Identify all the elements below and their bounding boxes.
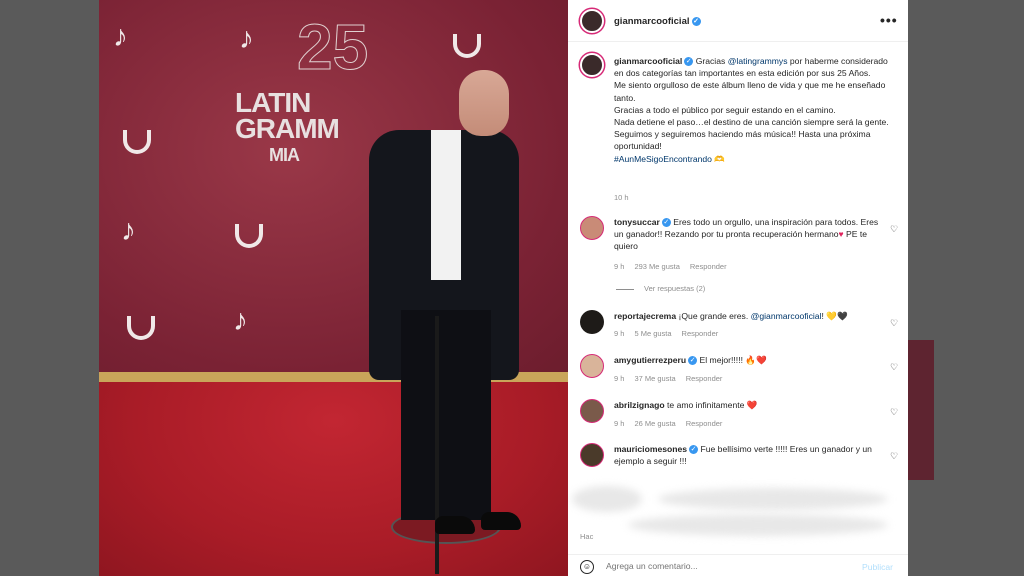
caption-avatar[interactable] bbox=[580, 53, 604, 77]
gramophone-icon: ♪ bbox=[113, 20, 128, 53]
post-time: 10 h bbox=[614, 193, 629, 202]
latin-grammy-logo: LATIN GRAMM MIA bbox=[235, 89, 340, 168]
caption-text: Gracias bbox=[695, 56, 728, 66]
shirt bbox=[431, 130, 461, 280]
logo-line2: GRAMM bbox=[235, 113, 340, 144]
like-heart-icon[interactable]: ♡ bbox=[890, 318, 898, 329]
view-replies-label[interactable]: Ver respuestas (2) bbox=[644, 284, 705, 293]
avatar[interactable] bbox=[580, 443, 604, 467]
reply-button[interactable]: Responder bbox=[690, 262, 727, 271]
comment-likes[interactable]: 293 Me gusta bbox=[634, 262, 679, 271]
header-username-text[interactable]: gianmarcooficial bbox=[614, 16, 690, 27]
verified-icon: ✓ bbox=[689, 445, 699, 455]
avatar[interactable] bbox=[580, 216, 604, 240]
caption-text: Gracias a todo el público por seguir est… bbox=[614, 104, 836, 115]
post-caption: gianmarcooficial ✓ Gracias @latingrammys … bbox=[614, 56, 889, 164]
reply-button[interactable]: Responder bbox=[686, 419, 723, 428]
comment-body: reportajecrema ¡Que grande eres. @gianma… bbox=[614, 310, 882, 322]
caption-username[interactable]: gianmarcooficial bbox=[614, 56, 682, 66]
comment-time: 9 h bbox=[614, 374, 625, 383]
mention-link[interactable]: @gianmarcooficial bbox=[751, 311, 822, 321]
comment-body: tonysuccar ✓ Eres todo un orgullo, una in… bbox=[614, 217, 879, 252]
comment-body: mauriciomesones ✓ Fue bellísimo verte !!!… bbox=[614, 443, 882, 467]
comment-body: abrilzignago te amo infinitamente ❤️ bbox=[614, 399, 882, 411]
emoji-icon[interactable]: ☺ bbox=[580, 560, 594, 574]
comment-likes[interactable]: 26 Me gusta bbox=[634, 419, 675, 428]
blur-blob bbox=[658, 488, 888, 510]
publish-button[interactable]: Publicar bbox=[862, 562, 893, 572]
comment-username[interactable]: tonysuccar bbox=[614, 217, 660, 227]
like-heart-icon[interactable]: ♡ bbox=[890, 451, 898, 462]
blurred-overlay: Hac bbox=[568, 478, 908, 548]
comment-likes[interactable]: 5 Me gusta bbox=[634, 329, 671, 338]
shoe bbox=[435, 516, 475, 534]
more-options-icon[interactable]: ••• bbox=[880, 12, 898, 28]
post-panel: gianmarcooficial ✓ ••• gianmarcooficial ✓ … bbox=[568, 0, 908, 576]
gramophone-icon: ♪ bbox=[239, 22, 254, 55]
head bbox=[459, 70, 509, 136]
comment-time: 9 h bbox=[614, 419, 625, 428]
comment-meta: 9 h 293 Me gusta Responder bbox=[614, 262, 737, 271]
shoe bbox=[481, 512, 521, 530]
caption-text: Seguimos y seguiremos haciendo más músic… bbox=[614, 129, 871, 152]
comment-time: 9 h bbox=[614, 329, 625, 338]
comment-username[interactable]: mauriciomesones bbox=[614, 444, 687, 454]
gramophone-icon: ♪ bbox=[233, 304, 248, 337]
avatar[interactable] bbox=[580, 399, 604, 423]
verified-icon: ✓ bbox=[684, 57, 694, 67]
logo-number: 25 bbox=[296, 11, 369, 84]
blurred-text: Hac bbox=[580, 532, 594, 541]
comment-username[interactable]: abrilzignago bbox=[614, 400, 665, 410]
caption-text: Nada detiene el paso…el destino de una c… bbox=[614, 117, 889, 128]
like-heart-icon[interactable]: ♡ bbox=[890, 407, 898, 418]
comment-meta: 9 h 37 Me gusta Responder bbox=[614, 374, 732, 383]
post-header: gianmarcooficial ✓ ••• bbox=[568, 0, 908, 42]
like-heart-icon[interactable]: ♡ bbox=[890, 362, 898, 373]
comment-username[interactable]: amygutierrezperu bbox=[614, 355, 686, 365]
cane bbox=[435, 316, 439, 574]
header-username[interactable]: gianmarcooficial ✓ bbox=[614, 16, 701, 27]
hashtag-link[interactable]: #AunMeSigoEncontrando bbox=[614, 154, 712, 164]
mention-link[interactable]: @latingrammys bbox=[728, 56, 788, 66]
caption-text: Me siento orgulloso de este álbum lleno … bbox=[614, 80, 886, 103]
comment-meta: 9 h 26 Me gusta Responder bbox=[614, 419, 732, 428]
pants bbox=[401, 310, 491, 520]
comment-time: 9 h bbox=[614, 262, 625, 271]
comment-body: amygutierrezperu ✓ El mejor!!!!! 🔥❤️ bbox=[614, 354, 882, 366]
comment-username[interactable]: reportajecrema bbox=[614, 311, 676, 321]
gramophone-icon: ♪ bbox=[121, 214, 136, 247]
view-replies-button[interactable]: Ver respuestas (2) bbox=[616, 284, 705, 293]
verified-icon: ✓ bbox=[691, 16, 701, 26]
avatar[interactable] bbox=[580, 354, 604, 378]
comment-likes[interactable]: 37 Me gusta bbox=[634, 374, 675, 383]
background-strip bbox=[908, 340, 934, 480]
reply-button[interactable]: Responder bbox=[686, 374, 723, 383]
blur-blob bbox=[628, 514, 888, 536]
red-carpet bbox=[99, 382, 568, 576]
reply-button[interactable]: Responder bbox=[682, 329, 719, 338]
post-photo[interactable]: 25 LATIN GRAMM MIA ♪ ♪ ♪ ♪ ♪ ♪ bbox=[99, 0, 568, 576]
comment-text: El mejor!!!!! 🔥❤️ bbox=[699, 355, 767, 365]
blur-blob bbox=[572, 486, 642, 512]
comment-meta: 9 h 5 Me gusta Responder bbox=[614, 329, 728, 338]
avatar[interactable] bbox=[580, 310, 604, 334]
logo-line3: MIA bbox=[269, 145, 300, 165]
comment-text: ! 💛🖤 bbox=[821, 311, 848, 321]
like-heart-icon[interactable]: ♡ bbox=[890, 224, 898, 235]
comment-text: ¡Que grande eres. bbox=[678, 311, 751, 321]
verified-icon: ✓ bbox=[688, 356, 698, 366]
comment-input[interactable] bbox=[606, 559, 836, 573]
avatar[interactable] bbox=[580, 9, 604, 33]
verified-icon: ✓ bbox=[661, 218, 671, 228]
comment-bar: ☺ Publicar bbox=[568, 554, 908, 576]
comment-text: te amo infinitamente ❤️ bbox=[667, 400, 758, 410]
